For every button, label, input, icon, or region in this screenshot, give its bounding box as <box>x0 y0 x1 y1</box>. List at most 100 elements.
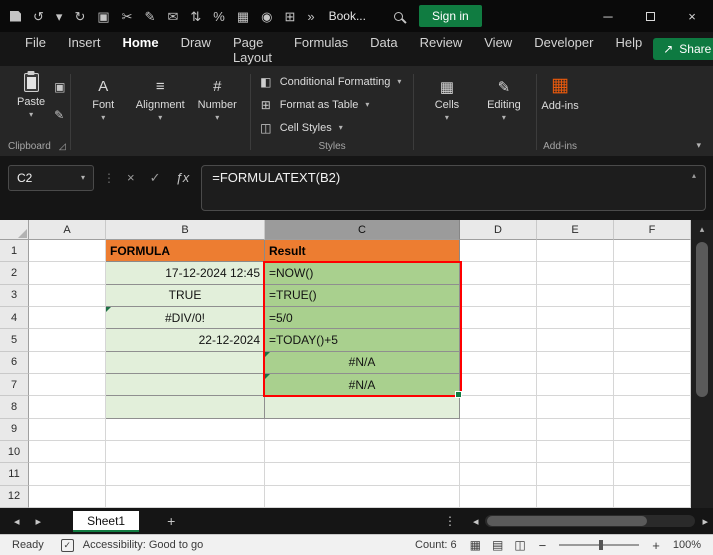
cell-E1[interactable] <box>537 240 614 263</box>
collapse-ribbon-button[interactable]: ▾ <box>696 140 701 151</box>
cell-A11[interactable] <box>29 463 106 486</box>
zoom-slider-thumb[interactable] <box>599 540 604 550</box>
ribbon-cell-styles-button[interactable]: ◫ Cell Styles ▾ <box>259 121 402 135</box>
row-header-10[interactable]: 10 <box>0 440 29 464</box>
row-header-6[interactable]: 6 <box>0 351 29 374</box>
cell-E5[interactable] <box>537 329 614 352</box>
add-ins-button[interactable]: ▦ Add-ins <box>541 68 578 139</box>
dialog-launcher-icon[interactable]: ◿ <box>59 141 66 152</box>
row-header-4[interactable]: 4 <box>0 306 29 330</box>
pen-icon[interactable]: ✎ <box>145 10 156 23</box>
view-page-layout-icon[interactable]: ▤ <box>492 538 503 552</box>
cell-C6[interactable]: #N/A <box>265 351 460 374</box>
cell-F4[interactable] <box>614 306 691 330</box>
format-painter-icon[interactable]: ✎ <box>54 108 65 122</box>
undo-dropdown-icon[interactable]: ▾ <box>56 10 63 23</box>
cell-A10[interactable] <box>29 440 106 464</box>
cell-E2[interactable] <box>537 262 614 285</box>
vertical-scrollbar[interactable]: ▴ <box>691 220 713 508</box>
collapse-formula-bar-button[interactable]: ▴ <box>692 171 696 180</box>
cell-B7[interactable] <box>106 373 265 397</box>
envelope-icon[interactable]: ✉ <box>167 10 178 23</box>
cell-F3[interactable] <box>614 284 691 307</box>
view-normal-icon[interactable]: ▦ <box>470 538 481 552</box>
cell-A12[interactable] <box>29 485 106 508</box>
redo-icon[interactable]: ↻ <box>74 10 85 23</box>
calculator-icon[interactable]: ⊞ <box>284 10 295 23</box>
cell-C8[interactable] <box>265 396 460 419</box>
horizontal-scrollbar-thumb[interactable] <box>487 516 648 526</box>
row-header-1[interactable]: 1 <box>0 240 29 263</box>
cell-E4[interactable] <box>537 306 614 330</box>
cell-B10[interactable] <box>106 440 265 464</box>
column-header-F[interactable]: F <box>614 220 691 240</box>
cell-F9[interactable] <box>614 418 691 441</box>
cell-D9[interactable] <box>460 418 537 441</box>
paste-button[interactable]: Paste ▾ <box>8 68 54 139</box>
row-header-3[interactable]: 3 <box>0 284 29 307</box>
cell-A7[interactable] <box>29 373 106 397</box>
cell-C2[interactable]: =NOW() <box>265 262 460 285</box>
cell-D12[interactable] <box>460 485 537 508</box>
row-header-5[interactable]: 5 <box>0 329 29 352</box>
cell-B9[interactable] <box>106 418 265 441</box>
cell-F8[interactable] <box>614 396 691 419</box>
ribbon-format-as-table-button[interactable]: ⊞ Format as Table ▾ <box>259 98 402 112</box>
fill-handle[interactable] <box>455 391 462 398</box>
cell-F6[interactable] <box>614 351 691 374</box>
cell-B6[interactable] <box>106 351 265 374</box>
cell-D2[interactable] <box>460 262 537 285</box>
cell-C10[interactable] <box>265 440 460 464</box>
cell-E7[interactable] <box>537 373 614 397</box>
cell-A4[interactable] <box>29 306 106 330</box>
zoom-out-button[interactable]: − <box>539 538 547 553</box>
cell-D11[interactable] <box>460 463 537 486</box>
horizontal-scrollbar[interactable] <box>485 515 696 527</box>
cell-A2[interactable] <box>29 262 106 285</box>
row-header-2[interactable]: 2 <box>0 262 29 285</box>
cell-D5[interactable] <box>460 329 537 352</box>
sheet-tab-sheet1[interactable]: Sheet1 <box>73 510 140 532</box>
column-header-B[interactable]: B <box>106 220 265 240</box>
zoom-in-button[interactable]: + <box>652 538 660 553</box>
vertical-scrollbar-thumb[interactable] <box>696 242 708 397</box>
cell-C4[interactable]: =5/0 <box>265 306 460 330</box>
cell-B5[interactable]: 22-12-2024 <box>106 329 265 352</box>
enter-button[interactable]: ✓ <box>147 165 164 191</box>
cell-D10[interactable] <box>460 440 537 464</box>
cell-A1[interactable] <box>29 240 106 263</box>
row-header-7[interactable]: 7 <box>0 373 29 397</box>
cell-E11[interactable] <box>537 463 614 486</box>
cell-C7[interactable]: #N/A <box>265 373 460 397</box>
sort-icon[interactable]: ⇅ <box>190 10 201 23</box>
cell-F11[interactable] <box>614 463 691 486</box>
ribbon-font-button[interactable]: A Font ▾ <box>75 68 132 156</box>
formula-input[interactable]: =FORMULATEXT(B2) ▴ <box>201 165 706 211</box>
accessibility-status[interactable]: Accessibility: Good to go <box>83 539 203 551</box>
name-box[interactable]: C2 ▾ <box>8 165 94 191</box>
cell-C3[interactable]: =TRUE() <box>265 284 460 307</box>
cell-A8[interactable] <box>29 396 106 419</box>
hscroll-right-icon[interactable]: ▸ <box>702 515 708 528</box>
cell-B1[interactable]: FORMULA <box>106 240 265 263</box>
add-sheet-button[interactable]: + <box>167 513 175 529</box>
sheet-nav-left-icon[interactable]: ◂ <box>14 515 20 528</box>
cell-B2[interactable]: 17-12-2024 12:45 <box>106 262 265 285</box>
cell-F2[interactable] <box>614 262 691 285</box>
cell-D8[interactable] <box>460 396 537 419</box>
cell-C5[interactable]: =TODAY()+5 <box>265 329 460 352</box>
formula-bar-handle-icon[interactable]: ⋮ <box>103 165 115 191</box>
overflow-icon[interactable]: » <box>307 10 314 23</box>
cell-E12[interactable] <box>537 485 614 508</box>
cell-F7[interactable] <box>614 373 691 397</box>
cell-B11[interactable] <box>106 463 265 486</box>
percent-icon[interactable]: % <box>213 10 225 23</box>
scroll-up-icon[interactable]: ▴ <box>700 220 705 238</box>
ribbon-cells-button[interactable]: ▦ Cells ▾ <box>418 68 475 156</box>
cell-F1[interactable] <box>614 240 691 263</box>
row-header-9[interactable]: 9 <box>0 418 29 441</box>
view-page-break-icon[interactable]: ◫ <box>514 538 525 552</box>
cell-C11[interactable] <box>265 463 460 486</box>
cell-F10[interactable] <box>614 440 691 464</box>
cell-A5[interactable] <box>29 329 106 352</box>
